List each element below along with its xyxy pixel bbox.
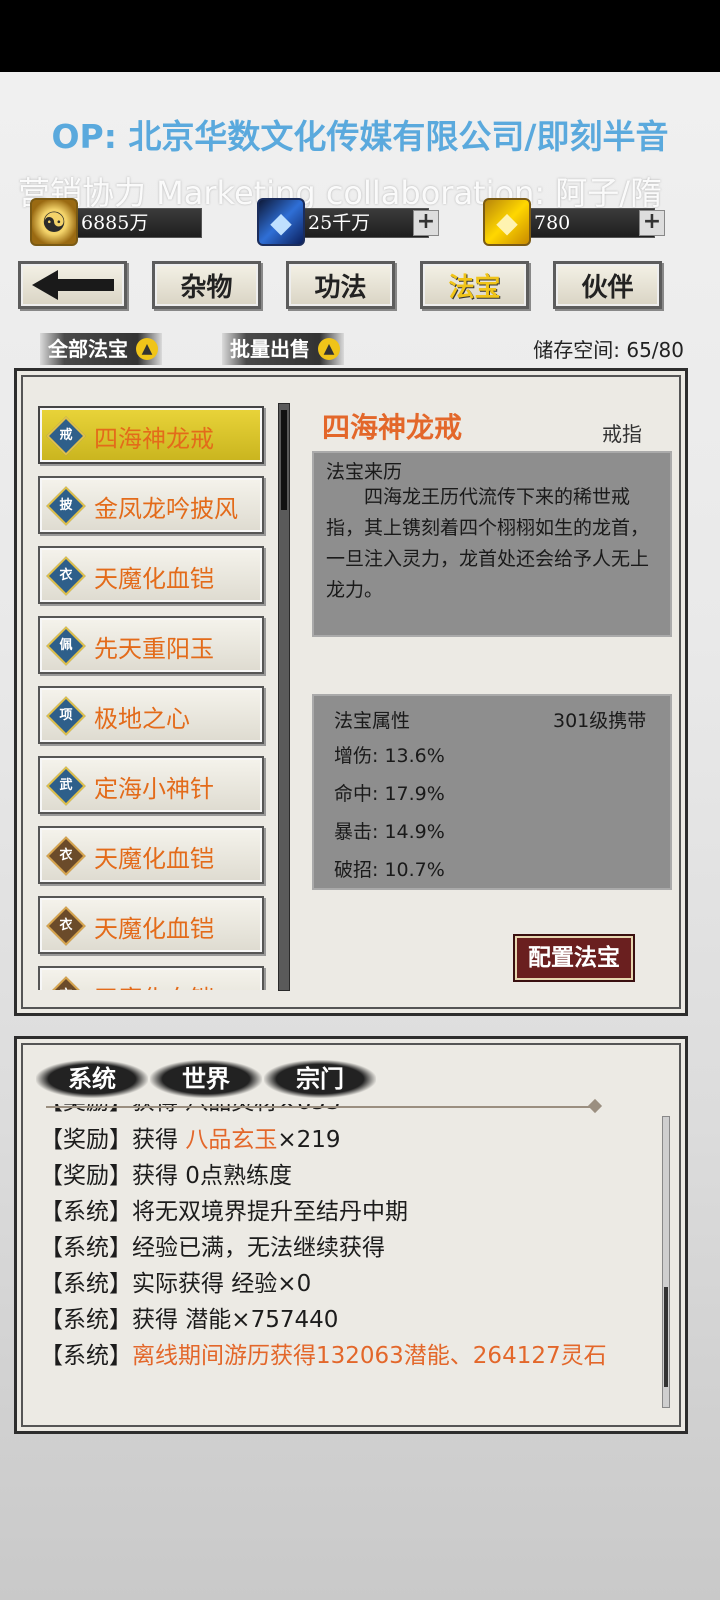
treasure-name: 四海神龙戒 xyxy=(94,425,214,453)
weapon-badge-icon: 武 xyxy=(46,766,86,806)
bulk-sell-button[interactable]: 批量出售 ▲ xyxy=(222,333,344,365)
armor-badge-icon: 衣 xyxy=(46,976,86,990)
treasure-item[interactable]: 衣 天魔化血铠 xyxy=(38,966,264,990)
chat-tab-sect[interactable]: 宗门 xyxy=(264,1060,376,1098)
treasure-item[interactable]: 衣 天魔化血铠 xyxy=(38,896,264,954)
attr-break: 破招: 10.7% xyxy=(334,859,445,881)
tab-skills[interactable]: 功法 xyxy=(286,261,395,309)
treasure-name: 天魔化血铠 xyxy=(94,845,214,873)
chat-message: 【系统】经验已满，无法继续获得 xyxy=(40,1235,385,1261)
treasure-detail-title: 四海神龙戒 xyxy=(322,411,463,444)
ring-badge-icon: 戒 xyxy=(46,416,86,456)
taiji-coin-icon: ☯ xyxy=(30,198,78,246)
armor-badge-icon: 衣 xyxy=(46,906,86,946)
attributes-heading: 法宝属性 xyxy=(334,710,411,732)
chat-message: 【系统】将无双境界提升至结丹中期 xyxy=(40,1199,408,1225)
chat-message: 【系统】离线期间游历获得132063潜能、264127灵石 xyxy=(40,1343,607,1369)
treasure-name: 极地之心 xyxy=(94,705,190,733)
all-treasures-label: 全部法宝 xyxy=(48,337,128,361)
gold-currency: 6885万 ☯ xyxy=(30,198,202,246)
crystal-icon: ◆ xyxy=(257,198,305,246)
arrow-up-icon: ▲ xyxy=(136,338,158,360)
tab-companions[interactable]: 伙伴 xyxy=(553,261,662,309)
storage-space: 储存空间: 65/80 xyxy=(533,338,684,362)
treasure-name: 天魔化血铠 xyxy=(94,915,214,943)
attr-damage: 增伤: 13.6% xyxy=(334,745,445,767)
list-scrollbar[interactable] xyxy=(278,403,290,991)
equip-treasure-button[interactable]: 配置法宝 xyxy=(513,934,635,982)
treasure-type: 戒指 xyxy=(602,422,642,446)
crystal-currency: 25千万 ◆ + xyxy=(257,198,443,246)
treasure-item[interactable]: 项 极地之心 xyxy=(38,686,264,744)
treasure-name: 先天重阳玉 xyxy=(94,635,214,663)
arrow-up-icon: ▲ xyxy=(318,338,340,360)
attr-crit: 暴击: 14.9% xyxy=(334,821,445,843)
treasure-item[interactable]: 披 金凤龙吟披风 xyxy=(38,476,264,534)
armor-badge-icon: 衣 xyxy=(46,836,86,876)
tab-treasures[interactable]: 法宝 xyxy=(420,261,529,309)
chat-message: 【系统】获得 潜能×757440 xyxy=(40,1307,339,1333)
necklace-badge-icon: 项 xyxy=(46,696,86,736)
treasure-item[interactable]: 戒 四海神龙戒 xyxy=(38,406,264,464)
op-credit: OP: 北京华数文化传媒有限公司/即刻半音 xyxy=(51,117,669,156)
treasure-item[interactable]: 佩 先天重阳玉 xyxy=(38,616,264,674)
chat-message: 【奖励】获得 八品玄玉×219 xyxy=(40,1127,341,1153)
chat-divider xyxy=(46,1106,596,1108)
attr-accuracy: 命中: 17.9% xyxy=(334,783,445,805)
origin-heading: 法宝来历 xyxy=(326,461,403,483)
status-bar xyxy=(0,0,720,72)
origin-text: 四海龙王历代流传下来的稀世戒指，其上镌刻着四个栩栩如生的龙首，一旦注入灵力，龙首… xyxy=(326,486,650,601)
chat-scrollbar[interactable] xyxy=(662,1116,670,1408)
cape-badge-icon: 披 xyxy=(46,486,86,526)
ingot-icon: ◆ xyxy=(483,198,531,246)
list-scroll-thumb[interactable] xyxy=(281,410,287,510)
treasure-name: 金凤龙吟披风 xyxy=(94,495,238,523)
chat-scroll-thumb[interactable] xyxy=(664,1287,668,1387)
chat-tab-system[interactable]: 系统 xyxy=(36,1060,148,1098)
arrow-left-icon xyxy=(31,270,114,300)
add-ingot-button[interactable]: + xyxy=(639,210,665,236)
tab-misc[interactable]: 杂物 xyxy=(152,261,261,309)
back-button[interactable] xyxy=(18,261,127,309)
add-crystal-button[interactable]: + xyxy=(413,210,439,236)
all-treasures-filter[interactable]: 全部法宝 ▲ xyxy=(40,333,162,365)
treasure-item[interactable]: 武 定海小神针 xyxy=(38,756,264,814)
treasure-item[interactable]: 衣 天魔化血铠 xyxy=(38,826,264,884)
chat-message: 【奖励】获得 0点熟练度 xyxy=(40,1163,292,1189)
ingot-currency: 780 ◆ + xyxy=(483,198,669,246)
treasure-item[interactable]: 衣 天魔化血铠 xyxy=(38,546,264,604)
armor-badge-icon: 衣 xyxy=(46,556,86,596)
treasure-name: 天魔化血铠 xyxy=(94,565,214,593)
chat-tab-world[interactable]: 世界 xyxy=(150,1060,262,1098)
bulk-sell-label: 批量出售 xyxy=(230,337,310,361)
level-requirement: 301级携带 xyxy=(553,710,647,732)
treasure-name: 天魔化血铠 xyxy=(94,979,214,990)
chat-log[interactable]: 【奖励】获得 八品灵材×653 【奖励】获得 八品玄玉×219 【奖励】获得 0… xyxy=(40,1104,655,1404)
treasure-name: 定海小神针 xyxy=(94,775,214,803)
pendant-badge-icon: 佩 xyxy=(46,626,86,666)
chat-message: 【系统】实际获得 经验×0 xyxy=(40,1271,312,1297)
treasure-list[interactable]: 戒 四海神龙戒 披 金凤龙吟披风 衣 天魔化血铠 佩 先天重阳玉 项 极地之心 … xyxy=(36,400,272,990)
